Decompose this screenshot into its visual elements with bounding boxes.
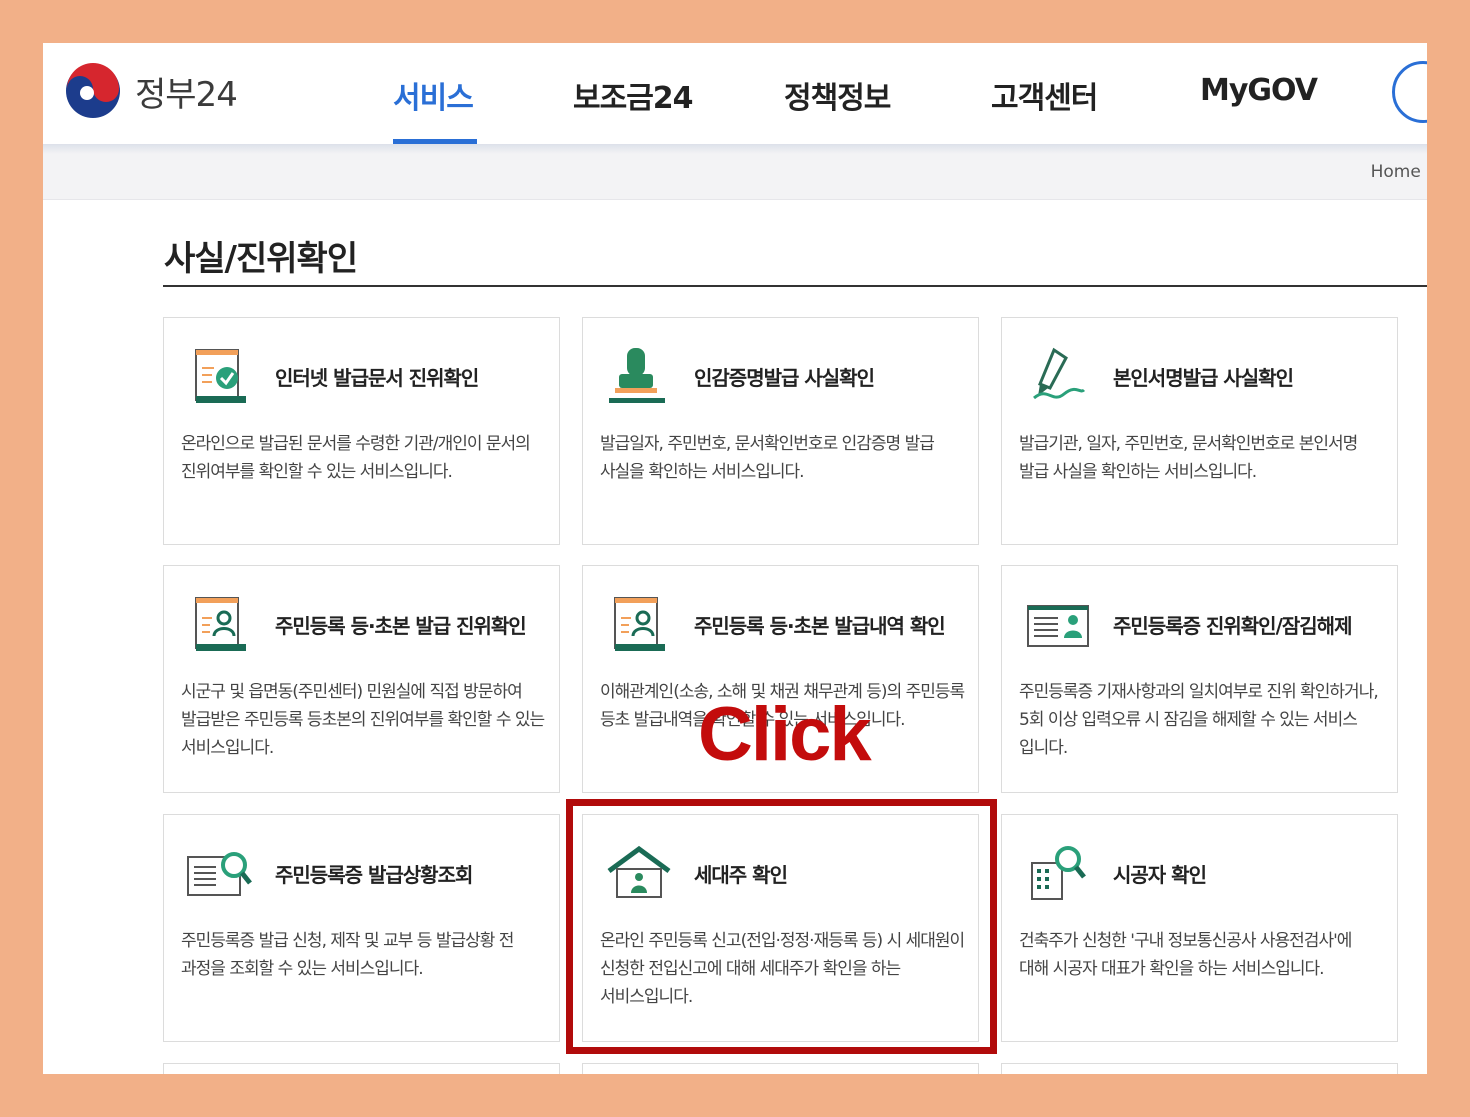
document-check-icon — [195, 349, 246, 403]
card-title: 인터넷 발급문서 진위확인 — [275, 366, 479, 390]
card-title: 주민등록 등·초본 발급 진위확인 — [275, 614, 527, 638]
id-card-icon — [1027, 605, 1089, 647]
nav-tab-policy-info[interactable]: 정책정보 — [784, 73, 891, 117]
breadcrumb: Home › — [1371, 162, 1427, 182]
service-card-resident-doc-verify[interactable]: 주민등록 등·초본 발급 진위확인 시군구 및 읍면동(주민센터) 민원실에 직… — [163, 565, 560, 793]
service-card-self-signature-verify[interactable]: 본인서명발급 사실확인 발급기관, 일자, 주민번호, 문서확인번호로 본인서명… — [1001, 317, 1398, 545]
service-card-seal-cert-verify[interactable]: 인감증명발급 사실확인 발급일자, 주민번호, 문서확인번호로 인감증명 발급 … — [582, 317, 979, 545]
site-header: 정부24 서비스 보조금24 정책정보 고객센터 MyGOV — [43, 43, 1427, 144]
card-title: 시공자 확인 — [1113, 863, 1207, 887]
service-card-internet-doc-verify[interactable]: 인터넷 발급문서 진위확인 온라인으로 발급된 문서를 수령한 기관/개인이 문… — [163, 317, 560, 545]
service-card-partial[interactable] — [582, 1063, 979, 1074]
click-highlight-box — [566, 799, 997, 1054]
nav-tab-service[interactable]: 서비스 — [393, 73, 474, 117]
id-card-search-icon — [187, 852, 252, 896]
service-card-partial[interactable] — [1001, 1063, 1398, 1074]
click-annotation-label: Click — [698, 692, 872, 777]
card-description: 시군구 및 읍면동(주민센터) 민원실에 직접 방문하여 발급받은 주민등록 등… — [181, 682, 545, 758]
taegeuk-logo-icon — [66, 63, 120, 118]
site-logo[interactable]: 정부24 — [65, 63, 238, 119]
building-search-icon — [1031, 846, 1086, 900]
service-card-partial[interactable] — [163, 1063, 560, 1074]
card-description: 발급일자, 주민번호, 문서확인번호로 인감증명 발급 사실을 확인하는 서비스… — [600, 434, 935, 482]
card-title: 주민등록증 진위확인/잠김해제 — [1113, 614, 1352, 638]
service-card-id-card-verify[interactable]: 주민등록증 진위확인/잠김해제 주민등록증 기재사항과의 일치여부로 진위 확인… — [1001, 565, 1398, 793]
pen-signature-icon — [1033, 347, 1086, 400]
card-description: 주민등록증 발급 신청, 제작 및 교부 등 발급상황 전 과정을 조회할 수 … — [181, 931, 514, 979]
logo-text: 정부24 — [135, 74, 238, 115]
card-description: 주민등록증 기재사항과의 일치여부로 진위 확인하거나, 5회 이상 입력오류 … — [1019, 682, 1379, 758]
page-title: 사실/진위확인 — [164, 239, 358, 279]
card-title: 인감증명발급 사실확인 — [694, 366, 875, 390]
card-description: 발급기관, 일자, 주민번호, 문서확인번호로 본인서명 발급 사실을 확인하는… — [1019, 434, 1358, 482]
resident-document-icon — [195, 597, 246, 651]
card-description: 온라인으로 발급된 문서를 수령한 기관/개인이 문서의 진위여부를 확인할 수… — [181, 434, 531, 482]
breadcrumb-separator: › — [1426, 162, 1427, 182]
card-title: 주민등록증 발급상황조회 — [275, 863, 473, 887]
nav-tab-customer-center[interactable]: 고객센터 — [991, 73, 1098, 117]
breadcrumb-home[interactable]: Home — [1371, 162, 1421, 182]
card-title: 본인서명발급 사실확인 — [1113, 366, 1294, 390]
nav-tab-subsidy24[interactable]: 보조금24 — [573, 73, 694, 117]
service-card-id-card-status[interactable]: 주민등록증 발급상황조회 주민등록증 발급 신청, 제작 및 교부 등 발급상황… — [163, 814, 560, 1042]
title-divider — [163, 285, 1427, 287]
seal-stamp-icon — [609, 348, 665, 403]
search-icon[interactable] — [1392, 61, 1427, 123]
service-card-contractor-confirm[interactable]: 시공자 확인 건축주가 신청한 '구내 정보통신공사 사용전검사'에 대해 시공… — [1001, 814, 1398, 1042]
card-title: 주민등록 등·초본 발급내역 확인 — [694, 614, 946, 638]
nav-tab-mygov[interactable]: MyGOV — [1200, 73, 1318, 108]
card-description: 건축주가 신청한 '구내 정보통신공사 사용전검사'에 대해 시공자 대표가 확… — [1019, 931, 1352, 979]
resident-document-icon — [614, 597, 665, 651]
browser-viewport: 정부24 서비스 보조금24 정책정보 고객센터 MyGOV Home › 사실… — [43, 43, 1427, 1074]
header-shadow — [43, 144, 1427, 154]
